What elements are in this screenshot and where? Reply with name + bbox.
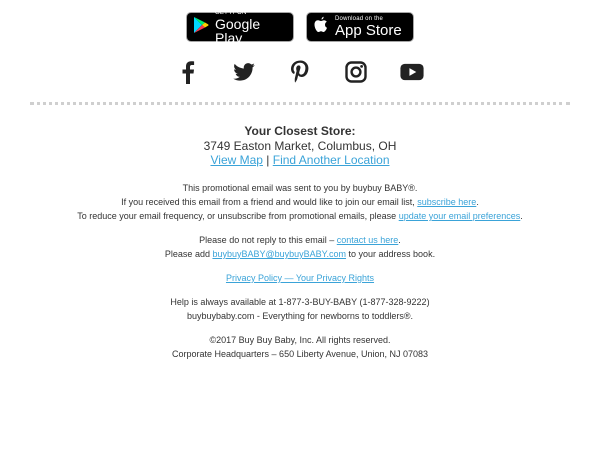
app-store-badges: GET IT ON Google Play Download on the Ap… — [0, 9, 600, 46]
legal-section: ©2017 Buy Buy Baby, Inc. All rights rese… — [0, 333, 600, 361]
instagram-icon[interactable] — [344, 60, 368, 84]
google-play-badge[interactable]: GET IT ON Google Play — [186, 9, 294, 46]
promo-line-3: To reduce your email frequency, or unsub… — [0, 209, 600, 223]
store-links: View Map | Find Another Location — [0, 153, 600, 167]
headquarters-address: Corporate Headquarters – 650 Liberty Ave… — [172, 349, 428, 359]
tagline: buybuybaby.com - Everything for newborns… — [186, 311, 414, 321]
closest-store-title: Your Closest Store: — [244, 124, 356, 138]
reply-line-2-text: Please add — [164, 249, 213, 259]
promo-line-2: If you received this email from a friend… — [0, 195, 600, 209]
reply-line-2-end: to your address book. — [346, 249, 436, 259]
reply-line-2: Please add buybuyBABY@buybuyBABY.com to … — [0, 247, 600, 261]
promo-notice: This promotional email was sent to you b… — [0, 181, 600, 223]
privacy-policy-link[interactable]: Privacy Policy — Your Privacy Rights — [226, 273, 374, 283]
google-badge-big-text: Google Play — [215, 15, 261, 46]
help-line: Help is always available at 1-877-3-BUY-… — [170, 297, 430, 307]
app-store-badge[interactable]: Download on the App Store — [306, 12, 414, 42]
reply-notice: Please do not reply to this email – cont… — [0, 233, 600, 261]
view-map-link[interactable]: View Map — [210, 153, 262, 167]
pinterest-icon[interactable] — [288, 60, 312, 84]
promo-line-2-text: If you received this email from a friend… — [121, 197, 418, 207]
apple-badge-big-text: App Store — [335, 22, 402, 39]
reply-line-1-end: . — [398, 235, 401, 245]
promo-line-3-text: To reduce your email frequency, or unsub… — [77, 211, 399, 221]
find-another-location-link[interactable]: Find Another Location — [273, 153, 390, 167]
youtube-icon[interactable] — [400, 60, 424, 84]
google-badge-small-text: GET IT ON — [215, 9, 247, 16]
help-section: Help is always available at 1-877-3-BUY-… — [0, 295, 600, 323]
reply-line-1: Please do not reply to this email – cont… — [0, 233, 600, 247]
promo-line-3-end: . — [520, 211, 523, 221]
promo-line-2-end: . — [476, 197, 479, 207]
email-preferences-link[interactable]: update your email preferences — [399, 211, 521, 221]
social-icons — [0, 60, 600, 84]
dotted-divider — [30, 102, 570, 105]
apple-icon — [313, 16, 329, 39]
store-address: 3749 Easton Market, Columbus, OH — [203, 139, 397, 153]
copyright: ©2017 Buy Buy Baby, Inc. All rights rese… — [209, 335, 391, 345]
reply-line-1-text: Please do not reply to this email – — [199, 235, 337, 245]
facebook-icon[interactable] — [176, 60, 200, 84]
twitter-icon[interactable] — [232, 60, 256, 84]
contact-us-link[interactable]: contact us here — [337, 235, 399, 245]
email-address-link[interactable]: buybuyBABY@buybuyBABY.com — [212, 249, 346, 259]
email-footer: GET IT ON Google Play Download on the Ap… — [0, 0, 600, 451]
google-play-icon — [193, 16, 209, 39]
promo-line-1: This promotional email was sent to you b… — [182, 183, 418, 193]
privacy-section: Privacy Policy — Your Privacy Rights — [0, 271, 600, 285]
subscribe-link[interactable]: subscribe here — [417, 197, 476, 207]
store-links-separator: | — [262, 153, 273, 167]
